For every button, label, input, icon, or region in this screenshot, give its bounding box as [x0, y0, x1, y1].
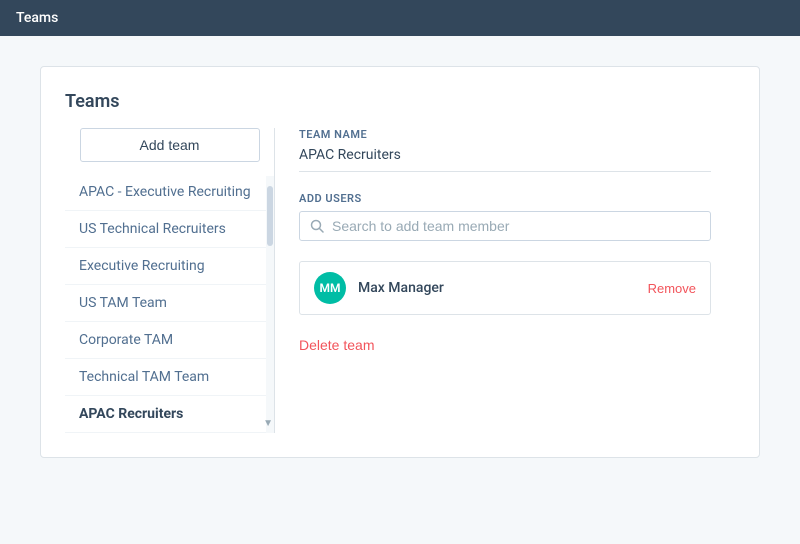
team-list-item[interactable]: US TAM Team [65, 285, 274, 322]
card-title: Teams [65, 91, 735, 112]
add-users-section: ADD USERS [299, 192, 711, 241]
right-panel: TEAM NAME APAC Recruiters ADD USERS MM [275, 128, 735, 433]
team-list-item[interactable]: APAC - Executive Recruiting [65, 174, 274, 211]
card-body: Add team APAC - Executive RecruitingUS T… [65, 128, 735, 433]
page-wrapper: Teams Add team APAC - Executive Recruiti… [0, 36, 800, 488]
team-list: APAC - Executive RecruitingUS Technical … [65, 174, 274, 433]
add-users-label: ADD USERS [299, 192, 711, 205]
delete-team-section: Delete team [299, 335, 711, 354]
card: Teams Add team APAC - Executive Recruiti… [40, 66, 760, 458]
user-row: MM Max Manager Remove [299, 261, 711, 315]
scroll-down-arrow: ▼ [263, 419, 273, 429]
add-team-button[interactable]: Add team [80, 128, 260, 162]
remove-button[interactable]: Remove [648, 281, 696, 296]
scroll-arrows: ▼ [263, 419, 273, 429]
team-list-item[interactable]: Executive Recruiting [65, 248, 274, 285]
delete-team-button[interactable]: Delete team [299, 337, 374, 353]
scroll-thumb [267, 186, 273, 246]
team-name-value: APAC Recruiters [299, 147, 711, 172]
top-bar-title: Teams [16, 10, 58, 26]
team-list-item[interactable]: US Technical Recruiters [65, 211, 274, 248]
search-input[interactable] [332, 218, 700, 234]
top-bar: Teams [0, 0, 800, 36]
avatar: MM [314, 272, 346, 304]
team-name-label: TEAM NAME [299, 128, 711, 141]
team-name-section: TEAM NAME APAC Recruiters [299, 128, 711, 172]
team-list-item[interactable]: Technical TAM Team [65, 359, 274, 396]
scroll-indicator: ▼ [266, 176, 274, 433]
team-list-item[interactable]: APAC Recruiters [65, 396, 274, 433]
team-list-item[interactable]: Corporate TAM [65, 322, 274, 359]
search-box[interactable] [299, 211, 711, 241]
user-name: Max Manager [358, 280, 636, 296]
left-panel: Add team APAC - Executive RecruitingUS T… [65, 128, 275, 433]
search-icon [310, 219, 324, 233]
